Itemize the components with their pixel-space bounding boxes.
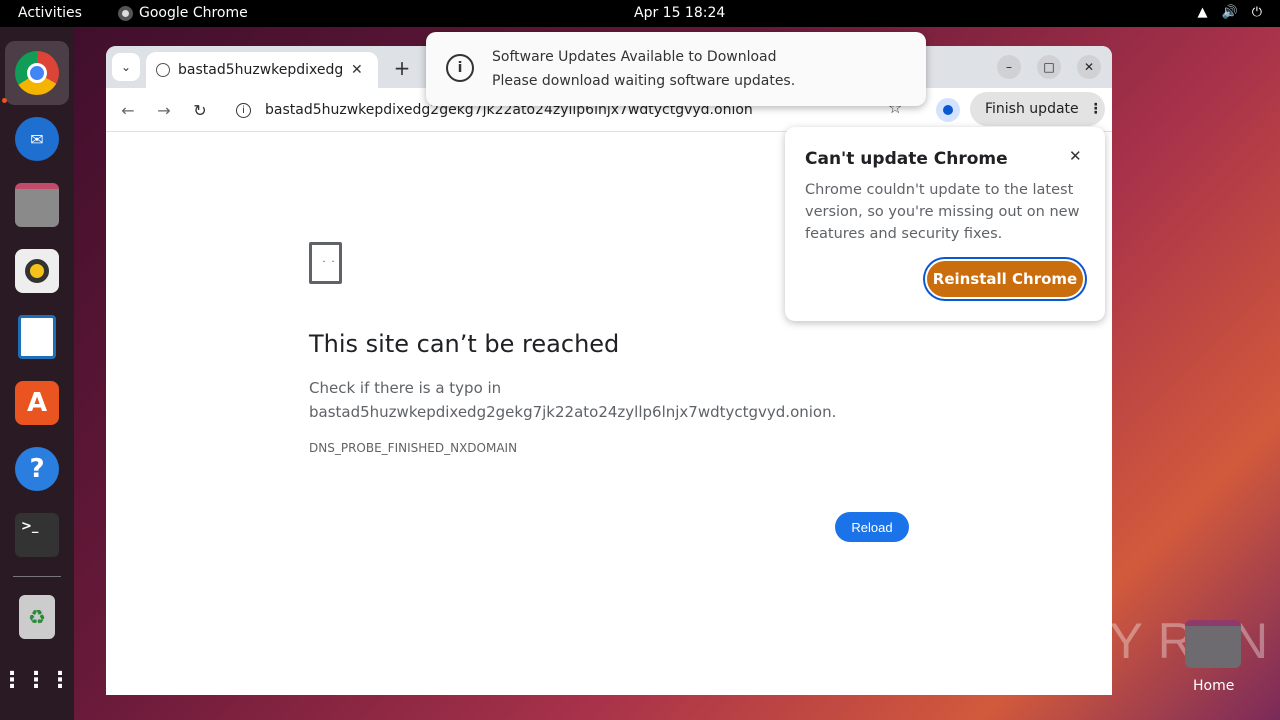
reload-button[interactable]: Reload (835, 512, 909, 542)
profile-button[interactable] (936, 98, 960, 122)
rhythmbox-icon (15, 249, 59, 293)
power-icon[interactable]: ⏻ (1252, 5, 1262, 20)
clock[interactable]: Apr 15 18:24 (634, 5, 725, 21)
error-title: This site can’t be reached (309, 330, 620, 358)
site-info-icon[interactable]: i (236, 102, 251, 118)
more-menu-icon[interactable]: ⋮ (1089, 101, 1103, 117)
close-window-button[interactable]: ✕ (1077, 55, 1101, 79)
home-folder-icon[interactable] (1185, 620, 1241, 668)
finish-update-label: Finish update (985, 101, 1079, 117)
reload-icon-button[interactable]: ↻ (188, 98, 212, 122)
error-suggestion: Check if there is a typo in bastad5huzwk… (309, 376, 836, 424)
dock-terminal[interactable]: >_ (5, 503, 69, 567)
network-icon[interactable]: ▲ (1198, 5, 1208, 20)
dock-trash[interactable]: ♻ (5, 585, 69, 649)
update-bubble: Can't update Chrome ✕ Chrome couldn't up… (785, 127, 1105, 321)
dock: ✉ A ? >_ ♻ ⋮⋮⋮ (0, 27, 74, 720)
dock-separator (13, 576, 61, 577)
dock-help[interactable]: ? (5, 437, 69, 501)
bubble-body: Chrome couldn't update to the latest ver… (805, 182, 1080, 242)
error-check-prefix: Check if there is a typo in (309, 379, 502, 397)
trash-icon: ♻ (19, 595, 55, 639)
app-center-icon: A (15, 381, 59, 425)
close-icon[interactable]: ✕ (1069, 147, 1082, 165)
home-label[interactable]: Home (1193, 678, 1234, 694)
chrome-small-icon (118, 5, 133, 21)
dock-app-center[interactable]: A (5, 371, 69, 435)
writer-icon (18, 315, 56, 359)
finish-update-button[interactable]: Finish update ⋮ (970, 92, 1105, 126)
dock-thunderbird[interactable]: ✉ (5, 107, 69, 171)
app-name: Google Chrome (139, 5, 248, 21)
running-indicator (2, 98, 7, 103)
error-domain: bastad5huzwkepdixedg2gekg7jk22ato24zyllp… (309, 403, 837, 421)
thunderbird-icon: ✉ (15, 117, 59, 161)
app-grid-icon: ⋮⋮⋮ (1, 668, 73, 693)
sad-page-icon: ˙˙ (309, 242, 342, 284)
dock-app-grid[interactable]: ⋮⋮⋮ (1, 649, 73, 713)
profile-avatar-icon (943, 105, 953, 115)
error-code: DNS_PROBE_FINISHED_NXDOMAIN (309, 441, 518, 455)
dock-chrome[interactable] (5, 41, 69, 105)
new-tab-button[interactable]: + (388, 54, 416, 82)
tab-search-button[interactable]: ⌄ (112, 53, 140, 81)
forward-button[interactable]: → (152, 98, 176, 122)
close-tab-icon[interactable]: ✕ (351, 62, 363, 78)
notification-body: Please download waiting software updates… (492, 73, 796, 89)
tab-title: bastad5huzwkepdixedg2gekg7jk22ato24zyllp… (178, 62, 343, 78)
system-notification[interactable]: i Software Updates Available to Download… (426, 32, 926, 106)
app-menu[interactable]: Google Chrome (118, 5, 248, 21)
back-button[interactable]: ← (116, 98, 140, 122)
top-bar: Activities Google Chrome Apr 15 18:24 ▲ … (0, 0, 1280, 27)
bubble-title: Can't update Chrome (805, 149, 1008, 169)
sad-face-icon: ˙˙ (321, 259, 339, 273)
files-icon (15, 183, 59, 227)
minimize-button[interactable]: – (997, 55, 1021, 79)
help-icon: ? (15, 447, 59, 491)
chevron-down-icon: ⌄ (120, 60, 132, 74)
activities-button[interactable]: Activities (18, 5, 82, 21)
globe-icon (156, 63, 170, 77)
dock-files[interactable] (5, 173, 69, 237)
maximize-button[interactable]: □ (1037, 55, 1061, 79)
chrome-icon (15, 51, 59, 95)
dock-rhythmbox[interactable] (5, 239, 69, 303)
info-icon: i (446, 54, 474, 82)
reinstall-chrome-button[interactable]: Reinstall Chrome (925, 259, 1085, 299)
tab-active[interactable]: bastad5huzwkepdixedg2gekg7jk22ato24zyllp… (146, 52, 378, 88)
system-tray[interactable]: ▲ 🔊 ⏻ (1198, 5, 1262, 20)
dock-writer[interactable] (5, 305, 69, 369)
volume-icon[interactable]: 🔊 (1222, 5, 1238, 20)
terminal-icon: >_ (15, 513, 59, 557)
notification-title: Software Updates Available to Download (492, 49, 777, 65)
